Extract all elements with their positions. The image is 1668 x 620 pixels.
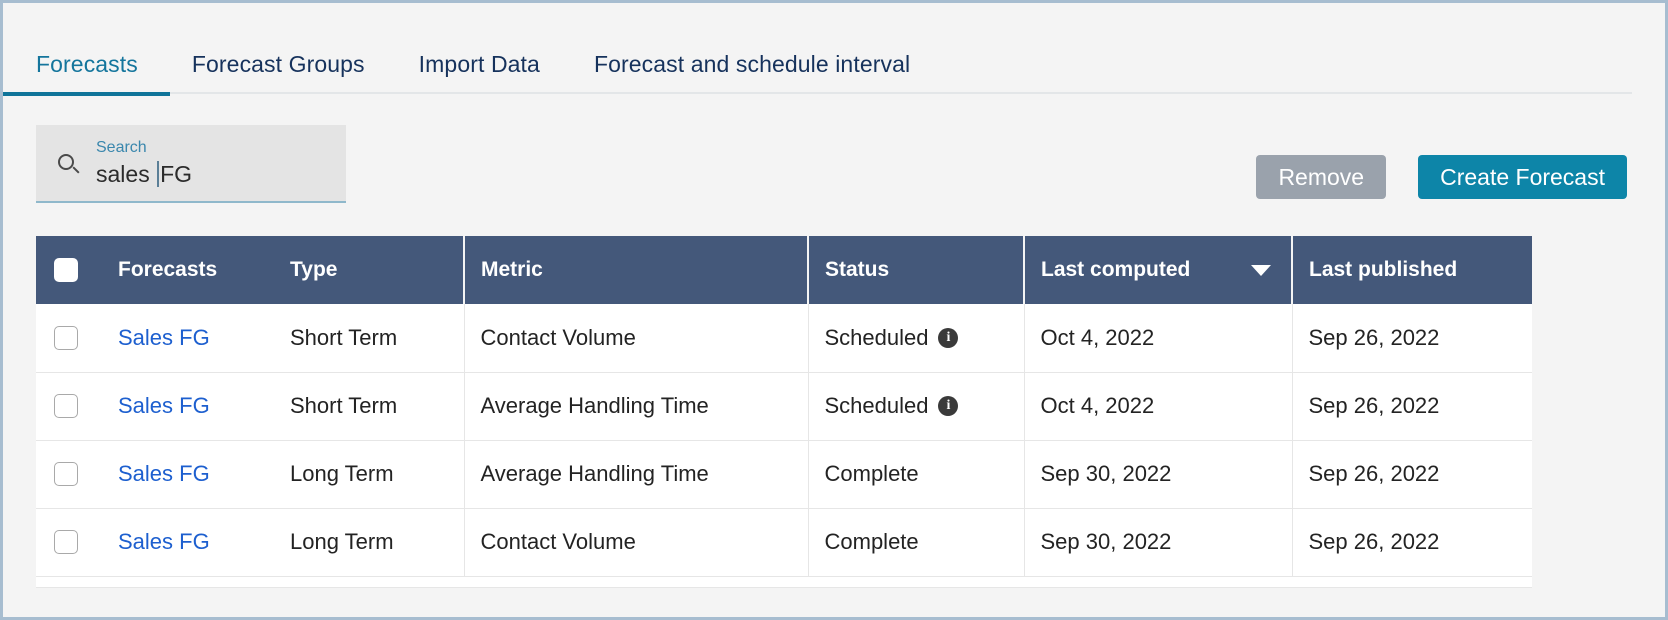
column-header-type-label: Type — [290, 258, 338, 281]
column-header-last-published-label: Last published — [1309, 258, 1458, 281]
forecasts-table: Forecasts Type Metric Status Last comput… — [36, 236, 1532, 577]
row-select-checkbox[interactable] — [54, 530, 78, 554]
toolbar-actions: Remove Create Forecast — [1256, 155, 1627, 199]
tab-bar: Forecasts Forecast Groups Import Data Fo… — [3, 36, 1632, 96]
info-icon[interactable]: i — [938, 327, 959, 348]
row-select-checkbox[interactable] — [54, 325, 78, 350]
tab-import-data-label: Import Data — [418, 51, 540, 77]
row-type-cell: Long Term — [274, 440, 465, 509]
column-header-metric-label: Metric — [481, 258, 543, 281]
create-forecast-button[interactable]: Create Forecast — [1418, 155, 1627, 199]
row-last-computed-cell: Sep 30, 2022 — [1024, 508, 1293, 577]
column-header-last-published[interactable]: Last published — [1292, 236, 1532, 304]
search-value-after-caret: FG — [160, 160, 193, 187]
search-icon — [58, 154, 74, 170]
forecast-name-link[interactable]: Sales FG — [118, 393, 210, 419]
column-header-forecasts-label: Forecasts — [118, 258, 218, 281]
row-type-cell: Short Term — [274, 372, 465, 441]
search-value-before-caret: sales — [96, 160, 157, 187]
table-bottom-edge — [36, 576, 1532, 588]
row-last-computed-cell: Sep 30, 2022 — [1024, 440, 1293, 509]
table-header-row: Forecasts Type Metric Status Last comput… — [36, 236, 1532, 304]
remove-button[interactable]: Remove — [1256, 155, 1387, 199]
table-body: Sales FG Short Term Contact Volume Sched… — [36, 304, 1532, 577]
row-type-cell: Short Term — [274, 304, 465, 373]
column-header-metric[interactable]: Metric — [464, 236, 809, 304]
row-metric-cell: Average Handling Time — [464, 440, 809, 509]
row-last-computed-cell: Oct 4, 2022 — [1024, 304, 1293, 373]
row-metric-cell: Contact Volume — [464, 508, 809, 577]
tab-forecasts[interactable]: Forecasts — [3, 36, 170, 96]
table-row[interactable]: Sales FG Long Term Contact Volume Comple… — [36, 508, 1532, 577]
row-metric-cell: Average Handling Time — [464, 372, 809, 441]
column-header-status-label: Status — [825, 258, 890, 281]
select-all-checkbox[interactable] — [54, 258, 78, 282]
tab-list: Forecasts Forecast Groups Import Data Fo… — [3, 36, 1632, 96]
row-forecast-cell: Sales FG — [36, 440, 274, 509]
status-text: Complete — [824, 529, 919, 554]
tab-forecast-and-schedule-interval[interactable]: Forecast and schedule interval — [594, 36, 910, 94]
search-input[interactable]: sales FG — [96, 161, 192, 187]
column-header-forecasts[interactable]: Forecasts — [36, 236, 274, 304]
search-label: Search — [96, 139, 147, 156]
row-metric-cell: Contact Volume — [464, 304, 809, 373]
row-last-published-cell: Sep 26, 2022 — [1292, 440, 1532, 509]
row-status-cell: Scheduled i — [808, 372, 1025, 441]
row-last-published-cell: Sep 26, 2022 — [1292, 508, 1532, 577]
row-status-cell: Scheduled i — [808, 304, 1025, 373]
row-last-published-cell: Sep 26, 2022 — [1292, 372, 1532, 441]
forecasts-page: Forecasts Forecast Groups Import Data Fo… — [0, 0, 1668, 620]
row-last-computed-cell: Oct 4, 2022 — [1024, 372, 1293, 441]
status-text: Scheduled — [824, 393, 929, 418]
text-caret — [157, 161, 160, 187]
status-text: Complete — [824, 461, 919, 486]
caret-down-icon[interactable] — [1251, 264, 1271, 276]
tab-forecast-groups[interactable]: Forecast Groups — [192, 36, 365, 94]
row-status-cell: Complete — [808, 508, 1025, 577]
row-status-cell: Complete — [808, 440, 1025, 509]
row-forecast-cell: Sales FG — [36, 508, 274, 577]
status-text: Scheduled — [824, 324, 929, 350]
forecast-name-link[interactable]: Sales FG — [118, 529, 210, 555]
table-row[interactable]: Sales FG Short Term Contact Volume Sched… — [36, 304, 1532, 373]
column-header-status[interactable]: Status — [808, 236, 1025, 304]
column-header-last-computed[interactable]: Last computed — [1024, 236, 1293, 304]
row-last-published-cell: Sep 26, 2022 — [1292, 304, 1532, 373]
forecast-name-link[interactable]: Sales FG — [118, 325, 210, 351]
forecast-name-link[interactable]: Sales FG — [118, 461, 210, 487]
tab-forecast-groups-label: Forecast Groups — [191, 51, 365, 77]
tab-forecast-and-schedule-interval-label: Forecast and schedule interval — [593, 51, 911, 77]
tab-forecasts-label: Forecasts — [36, 51, 138, 77]
tab-import-data[interactable]: Import Data — [419, 36, 540, 94]
row-forecast-cell: Sales FG — [36, 304, 274, 373]
row-select-checkbox[interactable] — [54, 394, 78, 418]
table-row[interactable]: Sales FG Short Term Average Handling Tim… — [36, 372, 1532, 441]
row-forecast-cell: Sales FG — [36, 372, 274, 441]
row-type-cell: Long Term — [274, 508, 465, 577]
column-header-type[interactable]: Type — [274, 236, 465, 304]
column-header-last-computed-label: Last computed — [1041, 258, 1191, 281]
row-select-checkbox[interactable] — [54, 462, 78, 486]
info-icon[interactable]: i — [938, 396, 959, 416]
forecasts-table-container: Forecasts Type Metric Status Last comput… — [36, 236, 1532, 588]
search-field[interactable]: Search sales FG — [36, 125, 346, 203]
table-row[interactable]: Sales FG Long Term Average Handling Time… — [36, 440, 1532, 509]
table-header: Forecasts Type Metric Status Last comput… — [36, 236, 1532, 304]
